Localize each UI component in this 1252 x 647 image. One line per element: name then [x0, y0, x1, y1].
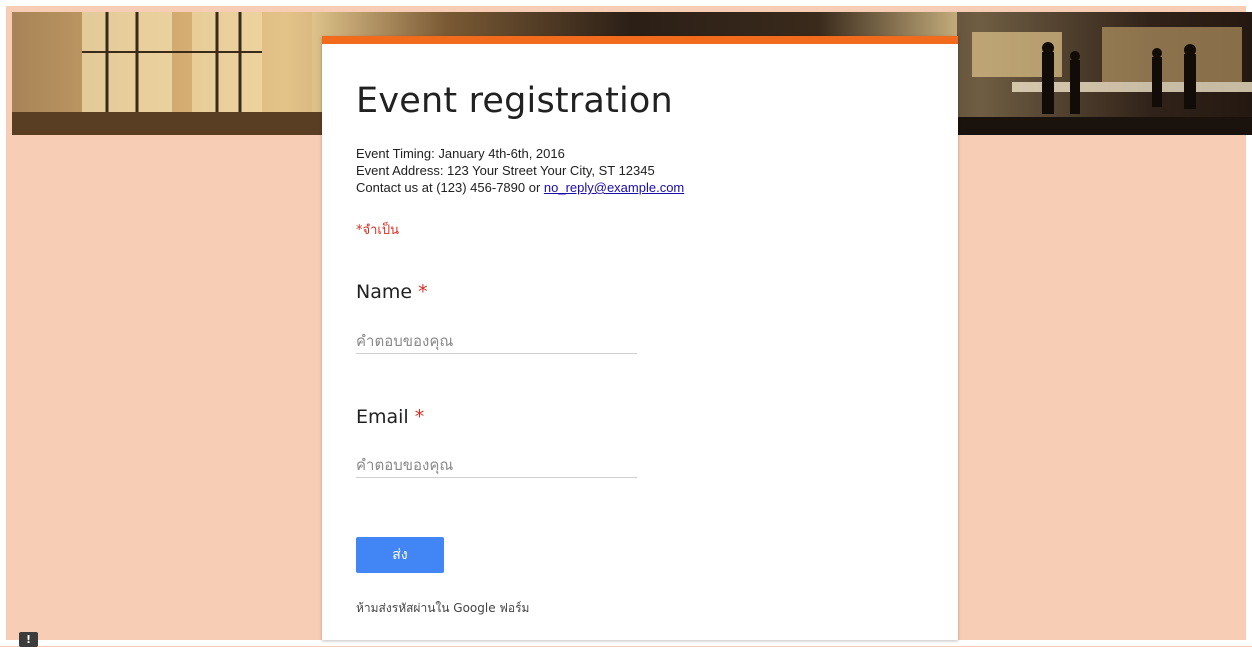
contact-email-link[interactable]: no_reply@example.com — [544, 180, 684, 195]
report-feedback-button[interactable]: ! — [19, 632, 38, 647]
form-card: Event registration Event Timing: January… — [322, 36, 958, 640]
form-title: Event registration — [356, 81, 673, 121]
contact-prefix-text: Contact us at (123) 456-7890 or — [356, 180, 544, 195]
contact-line: Contact us at (123) 456-7890 or no_reply… — [356, 179, 684, 196]
email-question-label: Email * — [356, 406, 424, 428]
email-input[interactable] — [356, 452, 637, 478]
event-timing-text: Event Timing: January 4th-6th, 2016 — [356, 146, 565, 161]
required-note: *จำเป็น — [356, 223, 399, 238]
name-question-label: Name * — [356, 281, 428, 303]
submit-button[interactable]: ส่ง — [356, 537, 444, 573]
email-label-text: Email — [356, 406, 409, 428]
page-frame: Event registration Event Timing: January… — [0, 0, 1252, 647]
required-star: * — [418, 281, 428, 303]
exclamation-icon: ! — [25, 633, 32, 646]
form-description: Event Timing: January 4th-6th, 2016 Even… — [356, 145, 684, 196]
required-star: * — [414, 406, 425, 428]
name-label-text: Name — [356, 281, 413, 303]
name-input[interactable] — [356, 328, 637, 354]
password-warning-note: ห้ามส่งรหัสผ่านใน Google ฟอร์ม — [356, 601, 530, 615]
event-address-text: Event Address: 123 Your Street Your City… — [356, 163, 655, 178]
